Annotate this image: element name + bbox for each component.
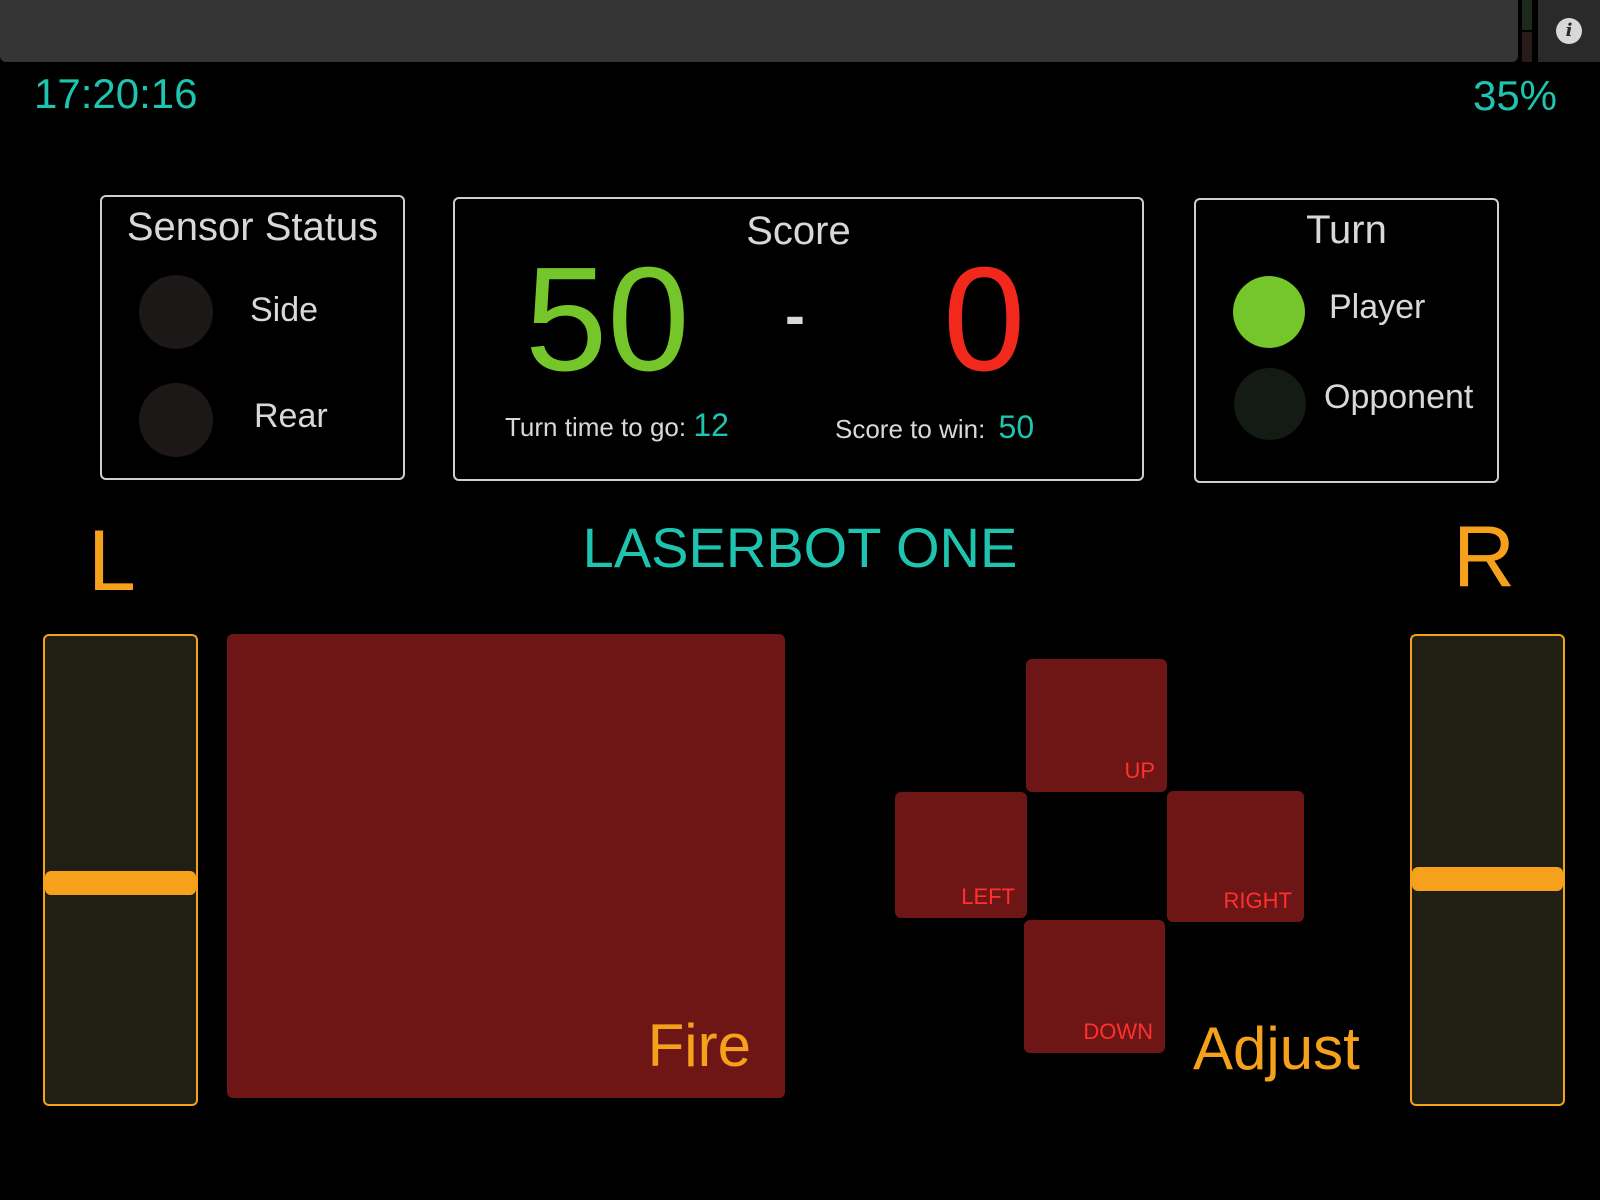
score-to-win-value: 50 — [998, 409, 1035, 445]
right-throttle-slider[interactable] — [1410, 634, 1565, 1106]
left-label: LEFT — [961, 884, 1015, 909]
score-to-win-label: Score to win: — [835, 414, 986, 444]
fire-label: Fire — [647, 1012, 751, 1079]
battery-level: 35% — [1472, 72, 1558, 119]
left-throttle-slider[interactable] — [43, 634, 198, 1106]
left-throttle-thumb[interactable] — [45, 871, 196, 895]
turn-title: Turn — [1306, 208, 1387, 252]
sensor-status-title: Sensor Status — [126, 205, 379, 249]
top-bar-indicator — [1522, 0, 1532, 30]
adjust-up-button[interactable]: UP — [1026, 659, 1167, 792]
adjust-left-button[interactable]: LEFT — [895, 792, 1027, 918]
up-label: UP — [1124, 758, 1155, 783]
turn-time-value: 12 — [693, 407, 729, 443]
score-panel: Score 50 - 0 Turn time to go: 12 Score t… — [453, 197, 1144, 481]
rear-sensor-indicator — [139, 383, 213, 457]
info-button[interactable]: i — [1538, 0, 1600, 62]
down-label: DOWN — [1083, 1019, 1153, 1044]
right-throttle-label: R — [1453, 509, 1516, 605]
adjust-down-button[interactable]: DOWN — [1024, 920, 1165, 1053]
adjust-label: Adjust — [1193, 1015, 1360, 1082]
robot-name-title: LASERBOT ONE — [582, 516, 1018, 579]
info-icon: i — [1556, 18, 1582, 44]
fire-button[interactable]: Fire — [227, 634, 785, 1098]
side-sensor-indicator — [139, 275, 213, 349]
turn-panel: Turn Player Opponent — [1194, 198, 1499, 483]
clock: 17:20:16 — [34, 70, 198, 117]
player-turn-indicator — [1233, 276, 1305, 348]
player-score: 50 — [525, 237, 690, 402]
right-label: RIGHT — [1223, 888, 1292, 913]
opponent-turn-label: Opponent — [1324, 378, 1474, 416]
rear-sensor-label: Rear — [254, 397, 328, 435]
adjust-right-button[interactable]: RIGHT — [1167, 791, 1304, 922]
top-bar-indicator — [1522, 32, 1532, 62]
left-throttle-label: L — [88, 513, 136, 609]
score-separator: - — [785, 282, 805, 349]
sensor-status-panel: Sensor Status Side Rear — [100, 195, 405, 480]
opponent-score: 0 — [943, 237, 1026, 402]
side-sensor-label: Side — [250, 291, 319, 329]
player-turn-label: Player — [1329, 288, 1426, 326]
right-throttle-thumb[interactable] — [1412, 867, 1563, 891]
top-bar — [0, 0, 1518, 62]
turn-time-label: Turn time to go: — [505, 412, 687, 442]
opponent-turn-indicator — [1234, 368, 1306, 440]
